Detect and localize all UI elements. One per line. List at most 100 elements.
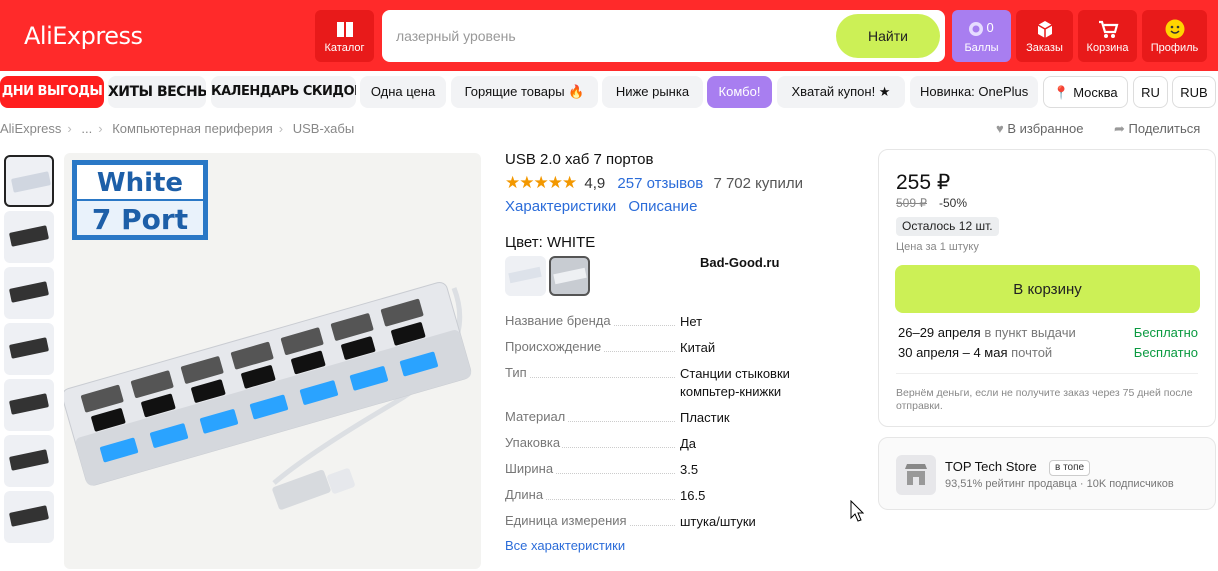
delivery-price: Бесплатно bbox=[1133, 325, 1198, 340]
store-icon bbox=[896, 455, 936, 495]
promo-chip-hot[interactable]: Горящие товары 🔥 bbox=[451, 76, 598, 108]
search-input[interactable] bbox=[396, 24, 826, 48]
add-to-cart-button[interactable]: В корзину bbox=[895, 265, 1200, 313]
old-price: 509 ₽ bbox=[896, 196, 927, 210]
all-specs-link[interactable]: Все характеристики bbox=[505, 538, 625, 553]
profile-button[interactable]: Профиль bbox=[1142, 10, 1207, 62]
search-box: Найти bbox=[382, 10, 945, 62]
catalog-button[interactable]: Каталог bbox=[315, 10, 374, 62]
breadcrumb-current[interactable]: USB-хабы bbox=[293, 121, 354, 136]
promo-chip-oneplus[interactable]: Новинка: OnePlus bbox=[910, 76, 1038, 108]
share-label: Поделиться bbox=[1128, 121, 1201, 136]
current-price: 255 ₽ bbox=[896, 171, 951, 194]
spec-leader bbox=[505, 377, 675, 378]
breadcrumb-ellipsis[interactable]: ... bbox=[81, 121, 92, 136]
spec-value: Нет bbox=[680, 314, 703, 329]
rating-row: ★★★★★ 4,9 257 отзывов 7 702 купили bbox=[505, 173, 803, 193]
thumbnail-3[interactable] bbox=[4, 267, 54, 319]
breadcrumb-home[interactable]: AliExpress bbox=[0, 121, 61, 136]
spec-value: Китай bbox=[680, 340, 716, 355]
promo-chip-calendar[interactable]: КАЛЕНДАРЬ СКИДОК bbox=[211, 76, 356, 108]
share-button[interactable]: ➦ Поделиться bbox=[1114, 121, 1200, 137]
points-label: Баллы bbox=[964, 42, 999, 54]
promo-chip-spring-hits[interactable]: ХИТЫ ВЕСНЫ bbox=[108, 76, 206, 108]
smiley-icon bbox=[1165, 19, 1184, 39]
seller-stats: 93,51% рейтинг продавца · 10K подписчико… bbox=[945, 478, 1174, 490]
color-swatch-white[interactable] bbox=[549, 256, 590, 296]
specs-link[interactable]: Характеристики bbox=[505, 198, 616, 215]
points-button[interactable]: 0 Баллы bbox=[952, 10, 1011, 62]
spec-value: штука/штуки bbox=[680, 514, 756, 529]
color-swatch-1[interactable] bbox=[505, 256, 546, 296]
points-count: 0 bbox=[986, 20, 994, 35]
swatch-image bbox=[508, 266, 542, 284]
spec-key: Тип bbox=[505, 365, 529, 380]
breadcrumb-category[interactable]: Компьютерная периферия bbox=[112, 121, 273, 136]
catalog-label: Каталог bbox=[324, 42, 365, 54]
delivery-option-post[interactable]: 30 апреля – 4 мая почтой bbox=[898, 345, 1052, 360]
thumbnail-image bbox=[8, 393, 50, 415]
buy-box: 255 ₽ 509 ₽ -50% Осталось 12 шт. Цена за… bbox=[878, 149, 1216, 427]
currency-selector[interactable]: RUB bbox=[1172, 76, 1216, 108]
rating-value: 4,9 bbox=[584, 175, 606, 192]
product-main-image[interactable]: White 7 Port bbox=[64, 153, 481, 569]
chevron-right-icon: › bbox=[98, 121, 103, 136]
delivery-method: почтой bbox=[1011, 345, 1053, 360]
mouse-cursor-icon bbox=[850, 500, 864, 522]
spec-value: Станции стыковки компьтер-книжки bbox=[680, 366, 790, 399]
search-button[interactable]: Найти bbox=[836, 14, 940, 58]
promo-chip-coupon[interactable]: Хватай купон! ★ bbox=[777, 76, 905, 108]
spec-key: Упаковка bbox=[505, 435, 563, 450]
thumbnail-4[interactable] bbox=[4, 323, 54, 375]
spec-key: Материал bbox=[505, 409, 568, 424]
spec-value: Да bbox=[680, 436, 697, 451]
thumbnail-1[interactable] bbox=[4, 155, 54, 207]
promo-chip-combo[interactable]: Комбо! bbox=[707, 76, 772, 108]
promo-chip-below-market[interactable]: Ниже рынка bbox=[602, 76, 703, 108]
delivery-option-pickup[interactable]: 26–29 апреля в пункт выдачи bbox=[898, 325, 1076, 340]
favorite-label: В избранное bbox=[1007, 121, 1084, 136]
spec-key: Ширина bbox=[505, 461, 556, 476]
thumbnail-7[interactable] bbox=[4, 491, 54, 543]
city-selector[interactable]: 📍 Москва bbox=[1043, 76, 1128, 108]
divider bbox=[896, 373, 1198, 374]
location-pin-icon: 📍 bbox=[1053, 85, 1070, 100]
product-anchors: Характеристики Описание bbox=[505, 198, 705, 215]
thumbnail-6[interactable] bbox=[4, 435, 54, 487]
delivery-method: в пункт выдачи bbox=[984, 325, 1076, 340]
points-indicator: 0 bbox=[962, 18, 1002, 40]
description-link[interactable]: Описание bbox=[628, 198, 697, 215]
heart-icon: ♥ bbox=[996, 121, 1004, 136]
cart-button[interactable]: Корзина bbox=[1078, 10, 1137, 62]
spec-key: Происхождение bbox=[505, 339, 604, 354]
favorite-button[interactable]: ♥ В избранное bbox=[996, 121, 1083, 136]
promo-nav: ДНИ ВЫГОДЫ ХИТЫ ВЕСНЫ КАЛЕНДАРЬ СКИДОК О… bbox=[0, 76, 1218, 108]
price-unit: Цена за 1 штуку bbox=[896, 241, 979, 253]
sold-count: 7 702 купили bbox=[713, 175, 804, 192]
thumbnail-image bbox=[8, 281, 50, 303]
badge-line1: White bbox=[97, 168, 183, 198]
swatch-image bbox=[553, 267, 587, 285]
thumbnail-5[interactable] bbox=[4, 379, 54, 431]
promo-chip-one-price[interactable]: Одна цена bbox=[360, 76, 446, 108]
promo-chip-deals[interactable]: ДНИ ВЫГОДЫ bbox=[0, 76, 104, 108]
aliexpress-logo[interactable]: AliExpress bbox=[24, 22, 143, 50]
spec-key: Длина bbox=[505, 487, 546, 502]
language-selector[interactable]: RU bbox=[1133, 76, 1168, 108]
box-icon bbox=[1037, 21, 1052, 38]
reviews-link[interactable]: 257 отзывов bbox=[617, 175, 703, 192]
seller-name[interactable]: TOP Tech Store bbox=[945, 459, 1037, 474]
badge-line2: 7 Port bbox=[92, 203, 188, 236]
cart-label: Корзина bbox=[1086, 42, 1129, 54]
star-rating-icon: ★★★★★ bbox=[505, 173, 577, 192]
orders-button[interactable]: Заказы bbox=[1016, 10, 1073, 62]
product-title: USB 2.0 хаб 7 портов bbox=[505, 151, 654, 168]
discount-badge: -50% bbox=[939, 196, 968, 210]
thumbnail-2[interactable] bbox=[4, 211, 54, 263]
catalog-icon bbox=[336, 22, 353, 37]
chevron-right-icon: › bbox=[67, 121, 72, 136]
coin-icon bbox=[968, 22, 983, 36]
usb-hub-illustration: White 7 Port bbox=[64, 160, 472, 510]
spec-value: 3.5 bbox=[680, 462, 699, 477]
seller-card[interactable]: TOP Tech Store в топе 93,51% рейтинг про… bbox=[878, 437, 1216, 510]
